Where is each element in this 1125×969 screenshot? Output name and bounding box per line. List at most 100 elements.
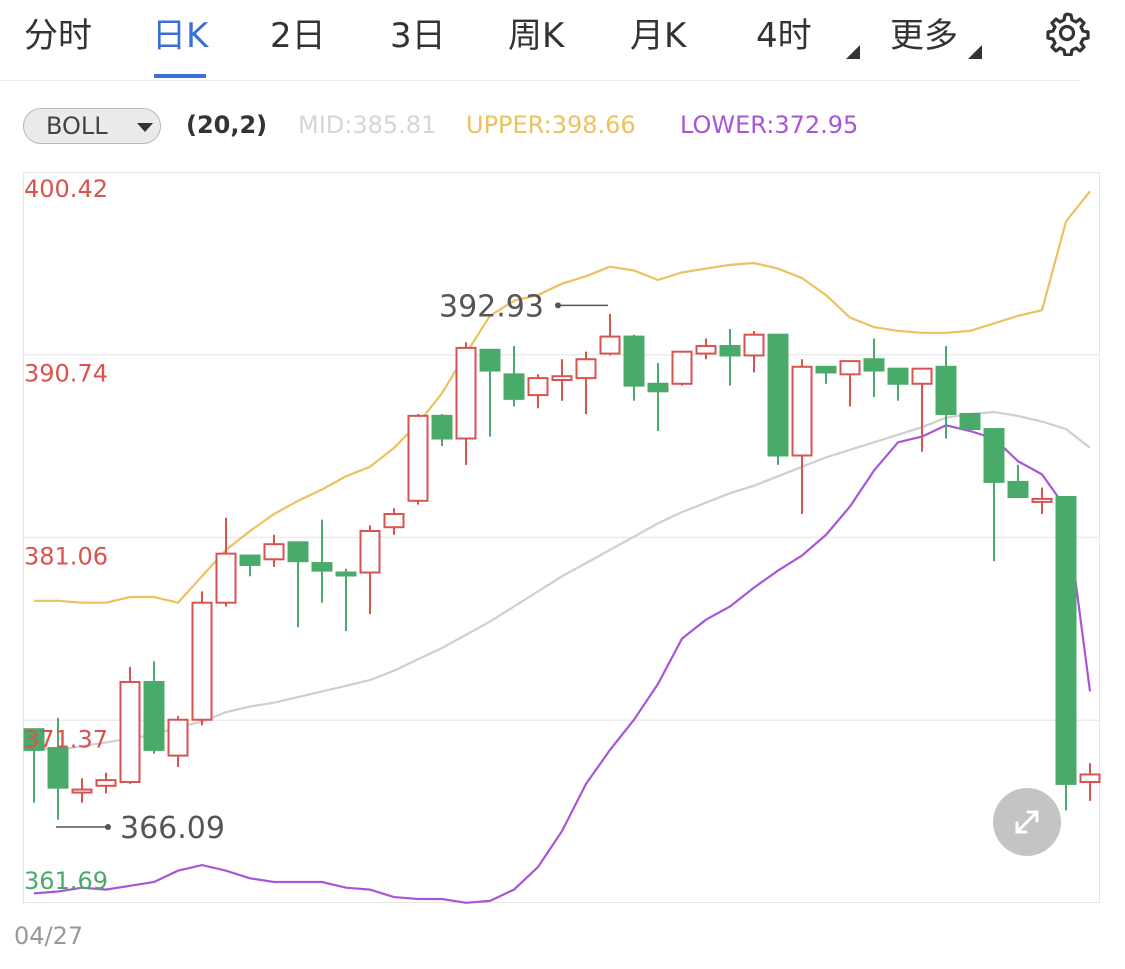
candle-body — [287, 541, 309, 563]
candle — [431, 413, 453, 447]
candle — [815, 365, 837, 384]
candle-body — [143, 680, 165, 751]
candle-body — [743, 333, 765, 357]
kline-chart[interactable]: 400.42 390.74 381.06 371.37 361.69 392.93 366… — [0, 0, 1125, 969]
bollinger-bands — [33, 190, 1092, 904]
candle — [671, 350, 693, 386]
candle — [1007, 464, 1029, 499]
candle — [95, 772, 117, 794]
candle — [743, 330, 765, 373]
candle — [359, 525, 381, 615]
candle-body — [839, 360, 861, 376]
candle-body — [1031, 497, 1053, 503]
y-axis-label: 400.42 — [24, 175, 108, 203]
candle-body — [647, 382, 669, 393]
candle — [839, 360, 861, 407]
candle — [983, 428, 1005, 562]
candle — [407, 413, 429, 505]
y-axis-label: 371.37 — [24, 725, 108, 753]
candle-body — [863, 358, 885, 372]
min-price-label: 366.09 — [120, 811, 225, 846]
date-label: 04/27 — [14, 922, 84, 950]
candle-body — [239, 554, 261, 566]
candle-body — [359, 529, 381, 574]
y-axis-label: 390.74 — [24, 360, 108, 388]
candle-body — [167, 718, 189, 757]
candle — [167, 715, 189, 767]
candle — [143, 661, 165, 754]
candle-body — [551, 375, 573, 381]
candle — [287, 541, 309, 628]
candle — [959, 412, 981, 431]
candle — [1055, 496, 1077, 811]
candle — [263, 534, 285, 567]
candle-body — [935, 365, 957, 415]
candle-body — [911, 367, 933, 385]
min-annotation-dot — [105, 824, 111, 830]
candle-body — [695, 345, 717, 355]
candle-body — [455, 346, 477, 440]
candle-body — [1079, 773, 1101, 784]
candle — [599, 313, 621, 356]
candle — [455, 342, 477, 465]
candle — [479, 348, 501, 437]
candle-body — [1007, 480, 1029, 499]
candle — [575, 351, 597, 414]
candle-body — [215, 552, 237, 604]
candle — [1079, 763, 1101, 801]
candle — [863, 338, 885, 397]
candle-body — [719, 345, 741, 357]
candle — [647, 363, 669, 431]
candle-body — [1055, 496, 1077, 785]
candle-body — [983, 428, 1005, 483]
y-axis-label: 381.06 — [24, 542, 108, 570]
candle — [695, 338, 717, 360]
candle — [311, 519, 333, 603]
max-price-label: 392.93 — [439, 289, 544, 324]
candle-body — [623, 335, 645, 387]
candle-body — [311, 562, 333, 572]
candle — [767, 333, 789, 465]
candle-body — [479, 348, 501, 372]
candle-body — [431, 414, 453, 440]
candle-body — [599, 335, 621, 355]
candle-body — [71, 788, 93, 794]
candle-body — [767, 333, 789, 457]
candle — [935, 346, 957, 439]
candlesticks — [23, 313, 1101, 820]
candle-body — [575, 358, 597, 380]
candle — [527, 374, 549, 409]
candle-body — [263, 543, 285, 561]
candle — [119, 666, 141, 784]
candle-body — [47, 747, 69, 789]
candle-body — [527, 377, 549, 397]
candle — [383, 508, 405, 535]
candle — [215, 517, 237, 607]
candle — [191, 591, 213, 726]
candle-body — [191, 601, 213, 721]
candle — [623, 334, 645, 401]
candle — [551, 359, 573, 401]
candle-body — [791, 365, 813, 457]
candle-body — [119, 680, 141, 784]
candle-body — [503, 373, 525, 400]
candle-body — [383, 513, 405, 529]
candle-body — [335, 571, 357, 577]
candle — [791, 359, 813, 515]
candle — [887, 367, 909, 401]
candle — [335, 568, 357, 632]
candle — [1031, 487, 1053, 515]
candle-body — [671, 350, 693, 385]
candle — [719, 329, 741, 386]
expand-button[interactable] — [993, 788, 1061, 856]
candle — [71, 778, 93, 803]
candle-body — [959, 412, 981, 431]
candle — [239, 554, 261, 577]
expand-icon — [1015, 810, 1039, 834]
max-annotation-dot — [555, 302, 561, 309]
candle-body — [95, 779, 117, 787]
candle-body — [407, 414, 429, 502]
candle-body — [887, 367, 909, 385]
candle-body — [815, 365, 837, 374]
y-axis-label: 361.69 — [24, 867, 108, 895]
